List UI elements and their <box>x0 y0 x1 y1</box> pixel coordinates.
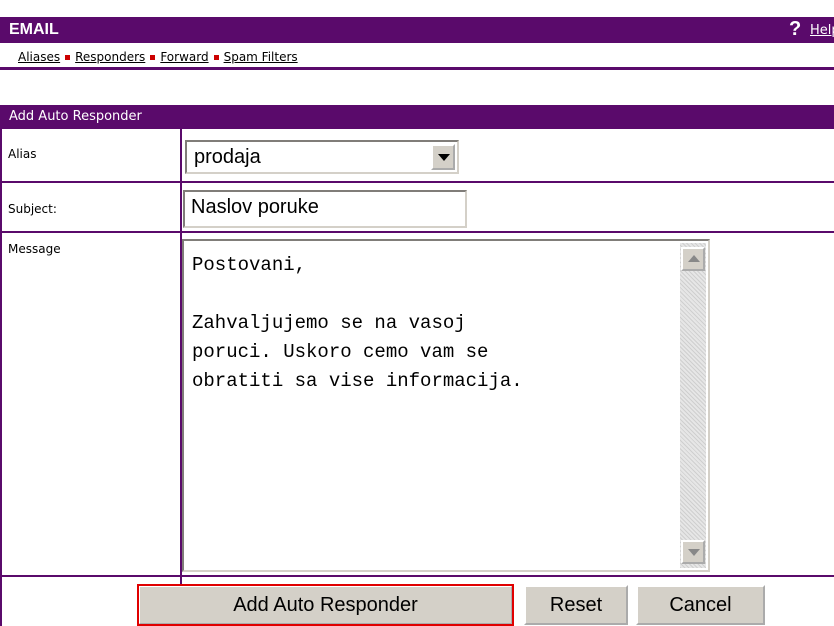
nav-link-spam-filters[interactable]: Spam Filters <box>224 50 298 64</box>
row-divider <box>0 181 834 183</box>
separator-icon <box>150 55 156 60</box>
page-title: EMAIL <box>9 21 59 38</box>
nav-link-forward[interactable]: Forward <box>160 50 208 64</box>
subject-label: Subject: <box>8 202 57 216</box>
help-link[interactable]: Help <box>810 23 834 38</box>
help-icon[interactable]: ? <box>789 18 801 41</box>
alias-select-value: prodaja <box>194 146 261 168</box>
alias-label: Alias <box>8 147 37 161</box>
subject-input[interactable]: Naslov poruke <box>183 190 467 228</box>
cancel-button[interactable]: Cancel <box>636 585 765 625</box>
add-auto-responder-button[interactable]: Add Auto Responder <box>137 584 514 626</box>
nav-link-aliases[interactable]: Aliases <box>18 50 60 64</box>
message-text[interactable]: Postovani, Zahvaljujemo se na vasoj poru… <box>192 251 652 396</box>
separator-icon <box>65 55 71 60</box>
separator-icon <box>213 55 219 60</box>
scroll-up-icon[interactable] <box>681 247 705 271</box>
nav-link-responders[interactable]: Responders <box>75 50 145 64</box>
message-label: Message <box>8 242 61 256</box>
row-divider <box>0 575 834 577</box>
message-scrollbar[interactable] <box>680 243 706 568</box>
row-divider <box>0 231 834 233</box>
alias-select[interactable]: prodaja <box>185 140 459 174</box>
chevron-down-icon[interactable] <box>431 144 455 170</box>
form-border-left <box>0 129 2 626</box>
email-subnav: Aliases Responders Forward Spam Filters <box>0 43 834 70</box>
message-textarea[interactable]: Postovani, Zahvaljujemo se na vasoj poru… <box>182 239 710 572</box>
scroll-down-icon[interactable] <box>681 540 705 564</box>
header-bar: EMAIL ? Help <box>0 17 834 43</box>
form-title: Add Auto Responder <box>9 109 142 124</box>
reset-button[interactable]: Reset <box>524 585 628 625</box>
form-header: Add Auto Responder <box>0 105 834 129</box>
